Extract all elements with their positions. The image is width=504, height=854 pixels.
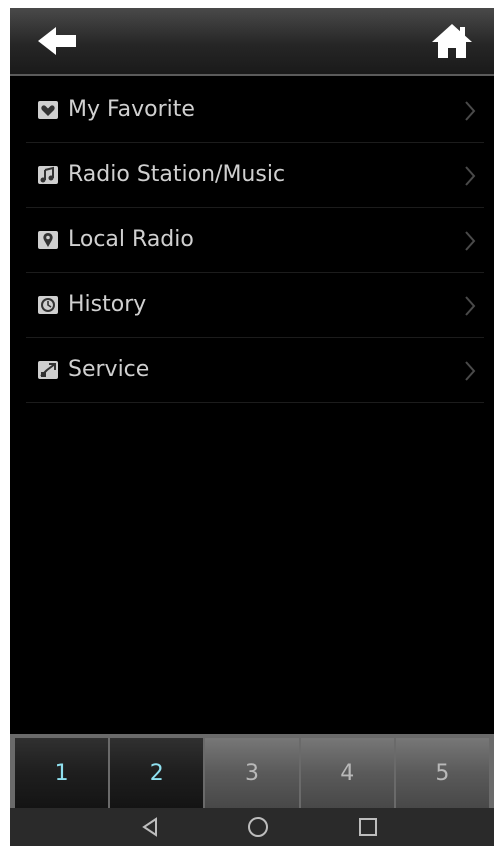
chevron-right-icon (465, 296, 476, 316)
heart-icon (38, 101, 58, 119)
home-button[interactable] (430, 22, 474, 60)
menu-item-label: Radio Station/Music (68, 162, 286, 187)
menu-item-service[interactable]: Service (26, 338, 484, 403)
page-button-5[interactable]: 5 (395, 738, 490, 808)
service-icon (38, 361, 58, 379)
location-pin-icon (38, 231, 58, 249)
home-icon (432, 24, 472, 58)
menu-item-radio-station-music[interactable]: Radio Station/Music (26, 143, 484, 208)
clock-icon (38, 296, 58, 314)
chevron-right-icon (465, 231, 476, 251)
page-selector: 1 2 3 4 5 (10, 734, 494, 808)
nav-home-icon[interactable] (246, 815, 270, 839)
app-screen: My Favorite Radio Station/Music Local Ra… (10, 8, 494, 846)
menu-item-history[interactable]: History (26, 273, 484, 338)
page-button-1[interactable]: 1 (15, 738, 109, 808)
top-bar (10, 8, 494, 76)
menu-item-label: History (68, 292, 147, 317)
page-button-3[interactable]: 3 (205, 738, 299, 808)
nav-back-icon[interactable] (138, 815, 162, 839)
back-arrow-icon (38, 27, 76, 55)
system-nav-bar (10, 808, 494, 846)
chevron-right-icon (465, 166, 476, 186)
nav-recents-icon[interactable] (356, 815, 380, 839)
chevron-right-icon (465, 101, 476, 121)
menu-item-label: My Favorite (68, 97, 195, 122)
menu-list: My Favorite Radio Station/Music Local Ra… (26, 78, 484, 403)
page-button-2[interactable]: 2 (110, 738, 204, 808)
back-button[interactable] (36, 24, 86, 58)
menu-item-local-radio[interactable]: Local Radio (26, 208, 484, 273)
music-note-icon (38, 166, 58, 184)
chevron-right-icon (465, 361, 476, 381)
page-button-4[interactable]: 4 (300, 738, 394, 808)
menu-item-label: Service (68, 357, 150, 382)
menu-item-label: Local Radio (68, 227, 194, 252)
menu-item-my-favorite[interactable]: My Favorite (26, 78, 484, 143)
